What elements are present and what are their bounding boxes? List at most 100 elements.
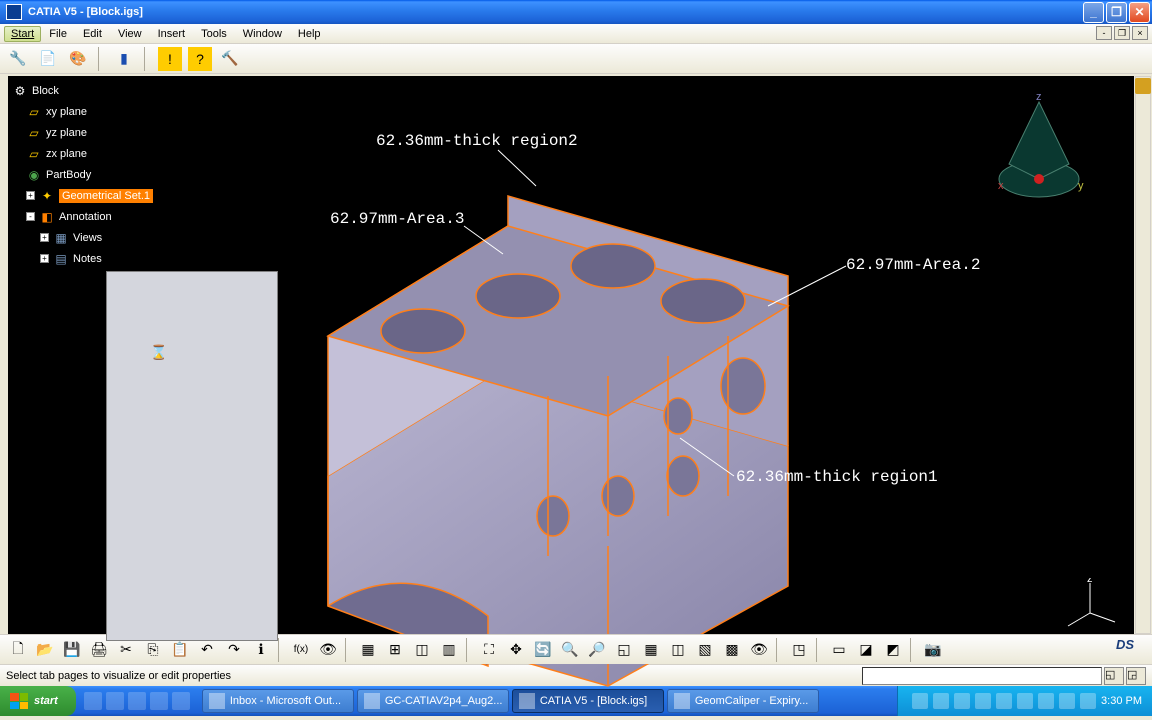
capture-button[interactable]: 📷 — [921, 638, 945, 662]
menu-tools[interactable]: Tools — [193, 26, 235, 42]
start-button[interactable]: start — [0, 686, 76, 716]
tray-icon[interactable] — [1080, 693, 1096, 709]
multi-view-button[interactable]: ▦ — [639, 638, 663, 662]
menu-view[interactable]: View — [110, 26, 150, 42]
scrollbar-vertical[interactable] — [1135, 76, 1151, 634]
save-button[interactable]: 💾 — [60, 638, 84, 662]
tree-item-views[interactable]: +▦Views — [12, 227, 153, 248]
tool-button-2[interactable]: 📄 — [36, 47, 60, 71]
tool-button-3[interactable]: 🎨 — [66, 47, 90, 71]
undo-button[interactable]: ↶ — [195, 638, 219, 662]
tool-8[interactable]: ◳ — [787, 638, 811, 662]
clock[interactable]: 3:30 PM — [1101, 695, 1142, 707]
tray-icon[interactable] — [954, 693, 970, 709]
annotation-area-3[interactable]: 62.97mm-Area.3 — [330, 210, 464, 228]
expand-icon[interactable]: - — [26, 212, 35, 221]
tray-icon[interactable] — [1038, 693, 1054, 709]
tray-icon[interactable] — [912, 693, 928, 709]
iso-button[interactable]: ◫ — [666, 638, 690, 662]
annotation-thick-region2[interactable]: 62.36mm-thick region2 — [376, 132, 578, 150]
help-button[interactable]: ? — [188, 47, 212, 71]
tool-button-5[interactable]: 🔨 — [218, 47, 242, 71]
expand-icon[interactable]: + — [40, 233, 49, 242]
expand-icon[interactable]: + — [40, 254, 49, 263]
warning-button[interactable]: ! — [158, 47, 182, 71]
tray-icon[interactable] — [996, 693, 1012, 709]
menu-help[interactable]: Help — [290, 26, 329, 42]
menu-edit[interactable]: Edit — [75, 26, 110, 42]
tree-item-yz-plane[interactable]: ▱yz plane — [12, 122, 153, 143]
tray-icon[interactable] — [1059, 693, 1075, 709]
command-input[interactable] — [862, 667, 1102, 685]
part-icon: ⚙ — [12, 83, 28, 99]
minimize-button[interactable]: _ — [1083, 2, 1104, 23]
mdi-restore[interactable]: ❐ — [1114, 26, 1130, 40]
hide-show-button[interactable]: 👁 — [747, 638, 771, 662]
tool-7[interactable]: ▥ — [437, 638, 461, 662]
tool-9[interactable]: ▭ — [827, 638, 851, 662]
tray-icon[interactable] — [975, 693, 991, 709]
viewport-3d[interactable]: ⚙Block ▱xy plane ▱yz plane ▱zx plane ◉Pa… — [8, 76, 1134, 634]
menu-insert[interactable]: Insert — [150, 26, 194, 42]
ql-icon-2[interactable] — [106, 692, 124, 710]
formula-button[interactable]: f(x) — [289, 638, 313, 662]
wait-cursor-icon: ⌛ — [150, 344, 167, 361]
tree-item-partbody[interactable]: ◉PartBody — [12, 164, 153, 185]
tool-10[interactable]: ◪ — [854, 638, 878, 662]
wireframe-button[interactable]: ▩ — [720, 638, 744, 662]
copy-button[interactable]: ⎘ — [141, 638, 165, 662]
zoom-in-button[interactable]: 🔍 — [558, 638, 582, 662]
compass[interactable]: x y z — [984, 94, 1094, 214]
ql-icon-5[interactable] — [172, 692, 190, 710]
pan-button[interactable]: ✥ — [504, 638, 528, 662]
tree-item-zx-plane[interactable]: ▱zx plane — [12, 143, 153, 164]
menu-window[interactable]: Window — [235, 26, 290, 42]
properties-popup[interactable] — [106, 271, 278, 641]
tree-item-geoset[interactable]: +✦Geometrical Set.1 — [12, 185, 153, 206]
tray-icon[interactable] — [1017, 693, 1033, 709]
ql-icon-3[interactable] — [128, 692, 146, 710]
new-button[interactable]: 🗋 — [6, 638, 30, 662]
workbench-corner-icon[interactable] — [1135, 78, 1151, 94]
rotate-button[interactable]: 🔄 — [531, 638, 555, 662]
menu-start[interactable]: Start — [4, 26, 41, 42]
tree-item-notes[interactable]: +▤Notes — [12, 248, 153, 269]
tray-icon[interactable] — [933, 693, 949, 709]
shading-button[interactable]: ▧ — [693, 638, 717, 662]
tree-item-annotation[interactable]: -◧Annotation — [12, 206, 153, 227]
grid-button[interactable]: ▦ — [356, 638, 380, 662]
cut-button[interactable]: ✂ — [114, 638, 138, 662]
normal-view-button[interactable]: ◱ — [612, 638, 636, 662]
tree-item-xy-plane[interactable]: ▱xy plane — [12, 101, 153, 122]
open-button[interactable]: 📂 — [33, 638, 57, 662]
close-button[interactable]: ✕ — [1129, 2, 1150, 23]
workbench-button[interactable]: 🔧 — [6, 47, 30, 71]
fit-all-button[interactable]: ⛶ — [477, 638, 501, 662]
redo-button[interactable]: ↷ — [222, 638, 246, 662]
whatsthis-button[interactable]: ℹ — [249, 638, 273, 662]
annotation-area-2[interactable]: 62.97mm-Area.2 — [846, 256, 980, 274]
paste-button[interactable]: 📋 — [168, 638, 192, 662]
mdi-close[interactable]: × — [1132, 26, 1148, 40]
expand-icon[interactable]: + — [26, 191, 35, 200]
view-button[interactable]: 👁 — [316, 638, 340, 662]
annotation-thick-region1[interactable]: 62.36mm-thick region1 — [736, 468, 938, 486]
zoom-out-button[interactable]: 🔎 — [585, 638, 609, 662]
ql-icon-4[interactable] — [150, 692, 168, 710]
axis-triad[interactable]: z — [1060, 578, 1120, 628]
print-button[interactable]: 🖨 — [87, 638, 111, 662]
svg-text:z: z — [1087, 578, 1093, 585]
tool-6[interactable]: ◫ — [410, 638, 434, 662]
mdi-minimize[interactable]: - — [1096, 26, 1112, 40]
specification-tree[interactable]: ⚙Block ▱xy plane ▱yz plane ▱zx plane ◉Pa… — [12, 80, 153, 269]
ql-icon-1[interactable] — [84, 692, 102, 710]
menu-file[interactable]: File — [41, 26, 75, 42]
maximize-button[interactable]: ❐ — [1106, 2, 1127, 23]
status-button-1[interactable]: ◱ — [1104, 667, 1124, 685]
tool-11[interactable]: ◩ — [881, 638, 905, 662]
tool-button-4[interactable]: ▮ — [112, 47, 136, 71]
status-button-2[interactable]: ◲ — [1126, 667, 1146, 685]
snap-button[interactable]: ⊞ — [383, 638, 407, 662]
system-tray[interactable]: 3:30 PM — [897, 686, 1152, 716]
tree-root[interactable]: ⚙Block — [12, 80, 153, 101]
